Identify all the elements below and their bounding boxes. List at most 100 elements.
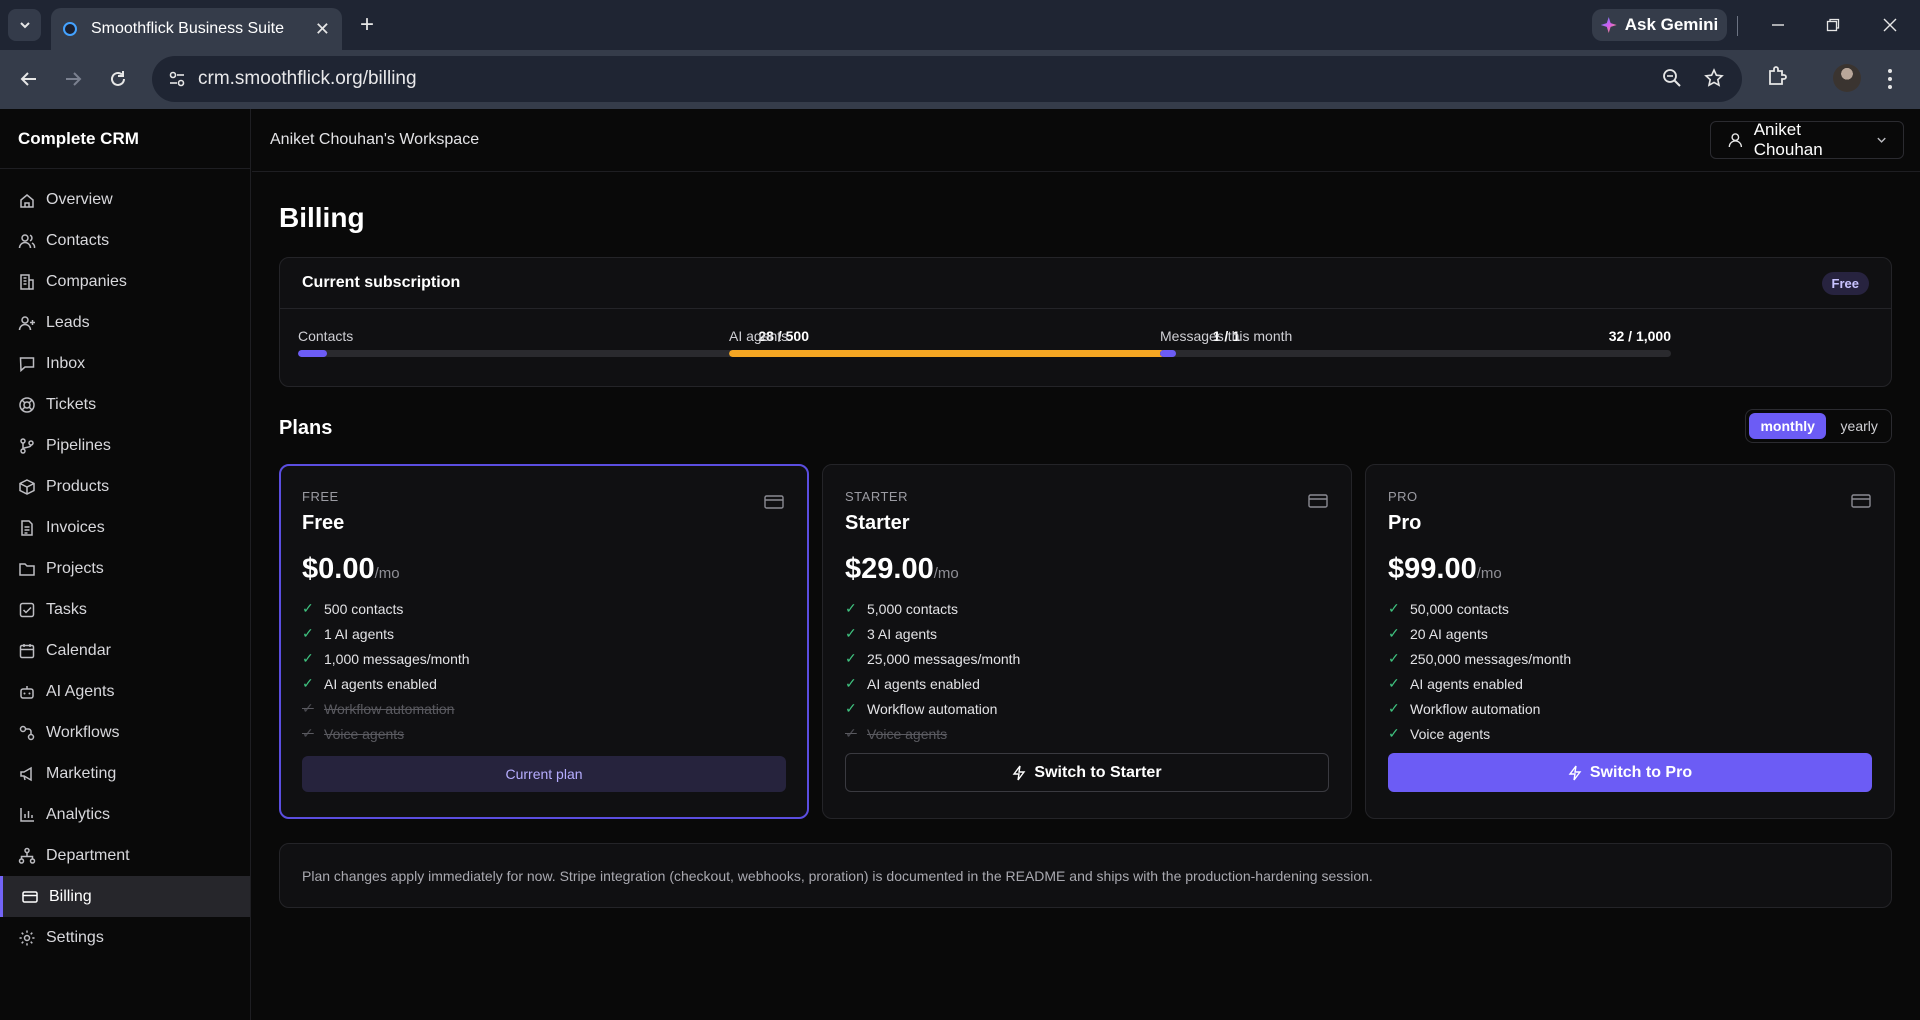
zap-icon — [1013, 765, 1026, 780]
sidebar-item-label: Invoices — [46, 518, 105, 536]
address-bar[interactable]: crm.smoothflick.org/billing — [152, 56, 1742, 102]
sidebar-item-inbox[interactable]: Inbox — [0, 343, 250, 384]
sidebar-item-workflows[interactable]: Workflows — [0, 712, 250, 753]
tab-title: Smoothflick Business Suite — [91, 20, 284, 37]
plan-tier: FREE — [302, 489, 339, 504]
plan-feature-text: Voice agents — [324, 725, 405, 742]
sidebar-item-label: Projects — [46, 559, 104, 577]
bookmark-star-icon[interactable] — [1704, 68, 1724, 88]
ask-gemini-label: Ask Gemini — [1624, 15, 1719, 34]
user-menu-button[interactable]: Aniket Chouhan — [1710, 120, 1904, 159]
browser-tab[interactable]: Smoothflick Business Suite ✕ — [51, 8, 342, 50]
sidebar-item-leads[interactable]: Leads — [0, 302, 250, 343]
usage-bar-fill — [298, 350, 327, 357]
back-button[interactable] — [14, 64, 44, 94]
monthly-option[interactable]: monthly — [1749, 413, 1827, 439]
plan-feature: ✓ 250,000 messages/month — [1388, 646, 1872, 671]
plan-feature: ✓ 3 AI agents — [845, 621, 1329, 646]
app-brand[interactable]: Complete CRM — [0, 109, 250, 169]
gear-icon — [19, 930, 35, 945]
check-icon: ✓ — [1388, 675, 1400, 691]
browser-toolbar: crm.smoothflick.org/billing — [0, 50, 1920, 109]
plan-price-period: /mo — [374, 565, 400, 582]
page-title: Billing — [279, 202, 365, 233]
plan-feature-text: 3 AI agents — [867, 625, 938, 642]
switch-plan-button[interactable]: Switch to Pro — [1388, 753, 1872, 792]
usage-label: AI agents — [729, 328, 789, 344]
gemini-icon — [1600, 17, 1617, 33]
megaphone-icon — [20, 766, 32, 781]
sidebar-item-invoices[interactable]: Invoices — [0, 507, 250, 548]
plan-feature: ✓ AI agents enabled — [302, 671, 786, 696]
sidebar-item-products[interactable]: Products — [0, 466, 250, 507]
sidebar-nav: Overview Contacts Companies Leads Inbox Ticke… — [0, 169, 250, 958]
zoom-icon[interactable] — [1662, 68, 1682, 88]
sidebar-item-department[interactable]: Department — [0, 835, 250, 876]
close-tab-icon[interactable]: ✕ — [315, 19, 330, 40]
plan-feature: ✓ 500 contacts — [302, 596, 786, 621]
sidebar-item-projects[interactable]: Projects — [0, 548, 250, 589]
check-icon: ✓ — [302, 700, 314, 716]
sidebar-item-label: Billing — [49, 887, 92, 905]
sidebar-item-calendar[interactable]: Calendar — [0, 630, 250, 671]
bot-icon — [20, 685, 34, 699]
plan-feature-text: 50,000 contacts — [1410, 600, 1509, 617]
arrow-left-icon — [20, 72, 36, 86]
sidebar-item-label: Products — [46, 477, 110, 495]
sidebar-item-ai-agents[interactable]: AI Agents — [0, 671, 250, 712]
sidebar-item-settings[interactable]: Settings — [0, 917, 250, 958]
switch-plan-button[interactable]: Switch to Starter — [845, 753, 1329, 792]
package-icon — [19, 478, 35, 495]
url-text[interactable]: crm.smoothflick.org/billing — [198, 68, 417, 90]
new-tab-button[interactable]: + — [352, 10, 382, 40]
extensions-button[interactable] — [1766, 64, 1790, 93]
browser-tab-bar: Smoothflick Business Suite ✕ + Ask Gemin… — [0, 0, 1920, 50]
billing-note: Plan changes apply immediately for now. … — [279, 843, 1892, 908]
sidebar-item-contacts[interactable]: Contacts — [0, 220, 250, 261]
sidebar-item-overview[interactable]: Overview — [0, 179, 250, 220]
check-icon: ✓ — [845, 725, 857, 741]
sidebar-item-companies[interactable]: Companies — [0, 261, 250, 302]
restore-button[interactable] — [1820, 12, 1846, 38]
check-icon: ✓ — [1388, 600, 1400, 616]
plan-feature: ✓ Voice agents — [302, 721, 786, 746]
puzzle-icon — [1769, 66, 1787, 85]
sidebar-item-label: Pipelines — [46, 436, 111, 454]
plan-feature: ✓ AI agents enabled — [845, 671, 1329, 696]
current-plan-button[interactable]: Current plan — [302, 756, 786, 792]
plan-badge: Free — [1821, 271, 1869, 295]
sidebar-item-billing[interactable]: Billing — [0, 876, 250, 917]
close-icon — [1883, 18, 1897, 32]
sidebar-item-analytics[interactable]: Analytics — [0, 794, 250, 835]
building-icon — [20, 273, 34, 290]
plan-feature: ✓ 1 AI agents — [302, 621, 786, 646]
yearly-option[interactable]: yearly — [1830, 413, 1888, 439]
sidebar: Complete CRM Overview Contacts Companies Le… — [0, 109, 251, 1020]
app-topbar: Aniket Chouhan's Workspace Aniket Chouha… — [252, 109, 1920, 172]
sidebar-item-marketing[interactable]: Marketing — [0, 753, 250, 794]
check-icon: ✓ — [302, 625, 314, 641]
plan-feature-text: 1 AI agents — [324, 625, 395, 642]
plan-feature-text: 5,000 contacts — [867, 600, 959, 617]
lifebuoy-icon — [19, 396, 35, 413]
tab-search-button[interactable] — [8, 9, 41, 41]
profile-avatar[interactable] — [1833, 64, 1861, 92]
credit-card-icon — [22, 890, 38, 903]
plan-feature: ✓ 50,000 contacts — [1388, 596, 1872, 621]
forward-button[interactable] — [58, 64, 88, 94]
sidebar-item-pipelines[interactable]: Pipelines — [0, 425, 250, 466]
browser-menu-button[interactable] — [1882, 64, 1898, 94]
plan-price-value: $29.00 — [845, 553, 934, 585]
close-window-button[interactable] — [1877, 12, 1903, 38]
check-icon: ✓ — [845, 675, 857, 691]
user-icon — [1728, 133, 1743, 148]
site-info-icon[interactable] — [168, 70, 186, 88]
sidebar-item-tickets[interactable]: Tickets — [0, 384, 250, 425]
usage-label: Contacts — [298, 328, 354, 344]
reload-button[interactable] — [103, 64, 133, 94]
sidebar-item-tasks[interactable]: Tasks — [0, 589, 250, 630]
network-icon — [18, 847, 36, 864]
minimize-button[interactable] — [1765, 12, 1791, 38]
ask-gemini-button[interactable]: Ask Gemini — [1592, 9, 1727, 41]
usage-meter: Messages this month 32 / 1,000 — [1160, 328, 1671, 357]
